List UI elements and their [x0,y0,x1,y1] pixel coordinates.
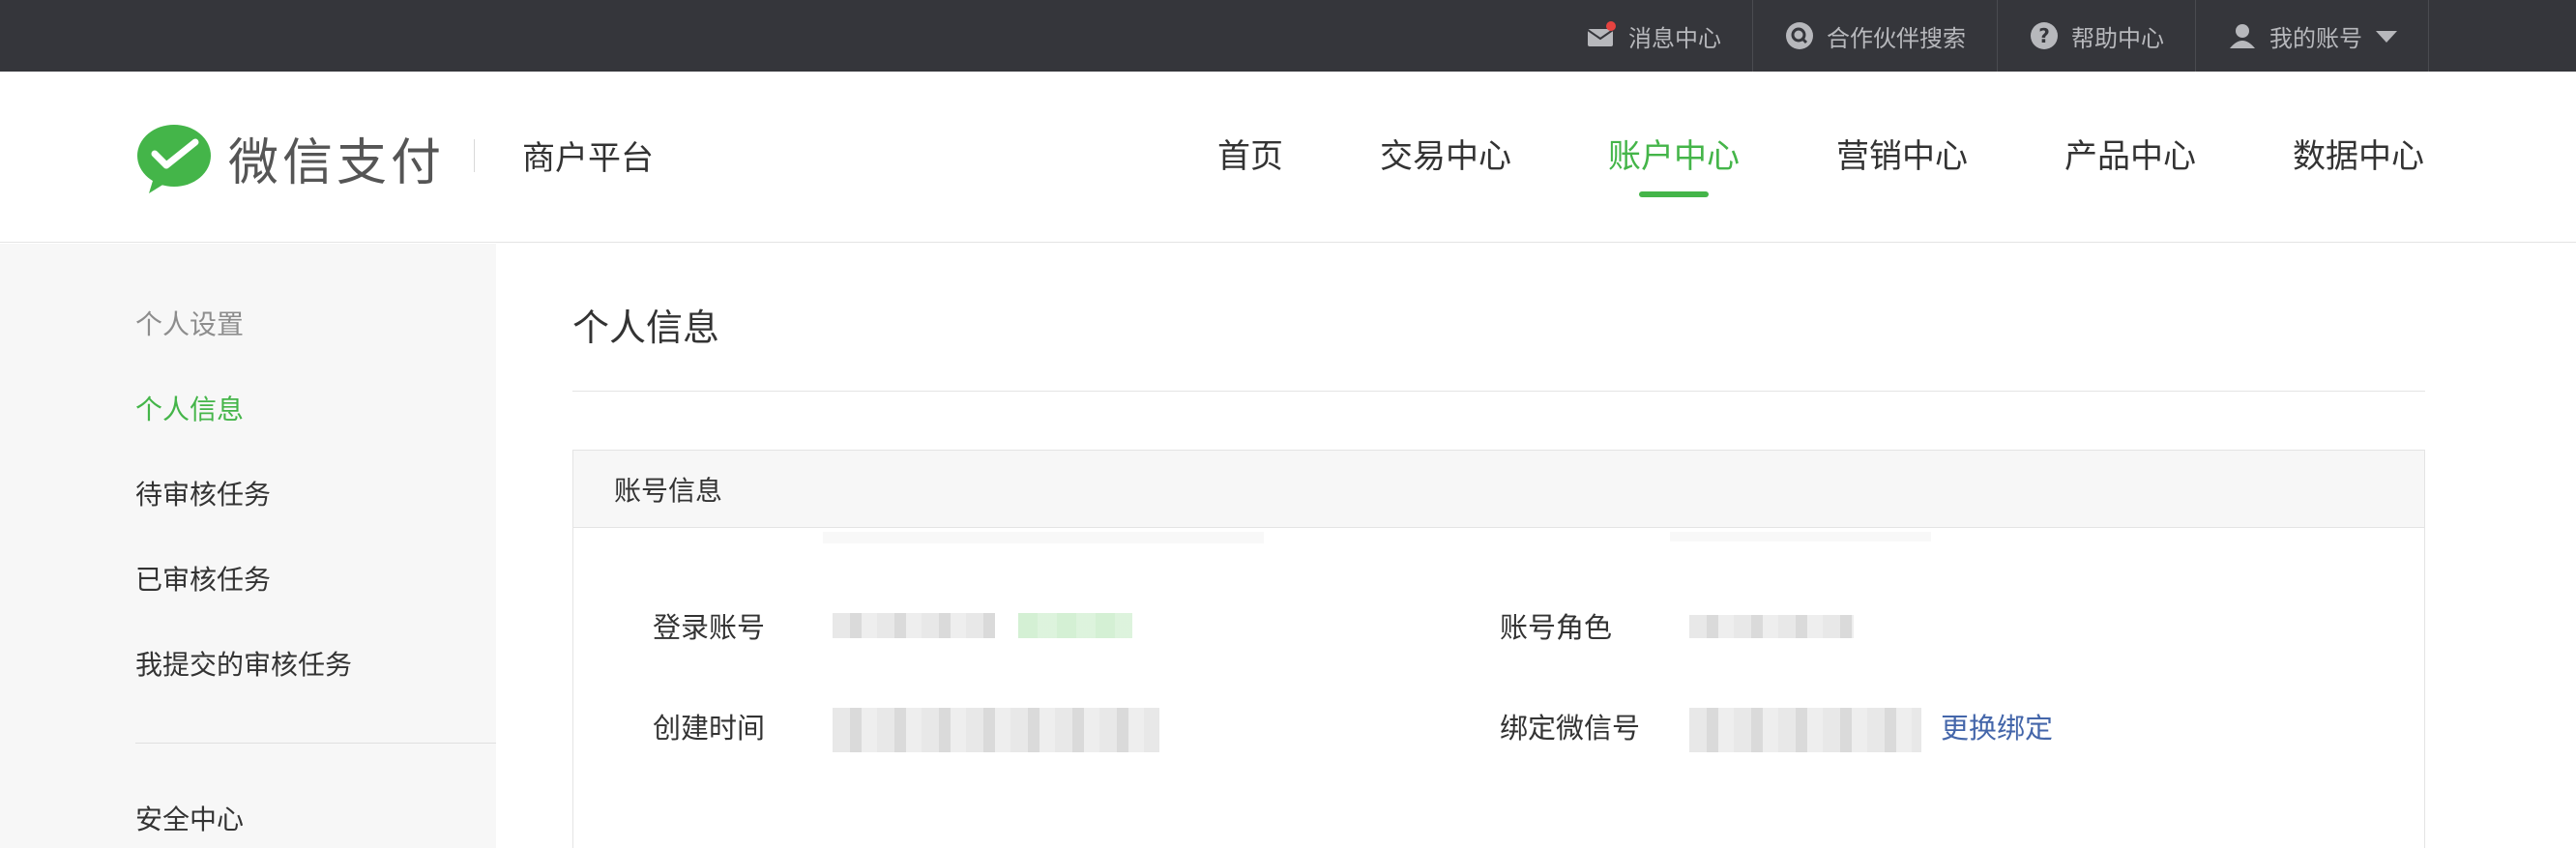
help-center-label: 帮助中心 [2071,24,2164,52]
sidebar-group-personal-settings: 个人设置 [135,308,245,340]
logo-divider [474,139,475,172]
sidebar-divider [135,743,496,744]
login-account-value-redacted [833,613,995,638]
title-divider [572,391,2425,392]
change-binding-link[interactable]: 更换绑定 [1941,706,2053,746]
nav-marketing[interactable]: 营销中心 [1836,130,1968,197]
nav-data-center[interactable]: 数据中心 [2293,130,2424,197]
created-time-label: 创建时间 [653,712,766,745]
user-icon [2227,20,2258,51]
svg-text:?: ? [2038,24,2050,47]
top-bar: 消息中心 合作伙伴搜索 ? 帮助中心 我的账号 [0,0,2576,72]
sidebar-item-my-submitted-tasks[interactable]: 我提交的审核任务 [135,644,352,683]
login-account-tag-redacted [1018,613,1132,638]
sidebar-item-reviewed-tasks[interactable]: 已审核任务 [135,559,271,598]
sidebar-item-personal-info[interactable]: 个人信息 [135,389,244,427]
search-icon [1784,20,1815,51]
partner-search-link[interactable]: 合作伙伴搜索 [1752,0,1997,72]
redacted-strip [823,532,1264,543]
logo-text: 微信支付 [228,134,446,192]
page-title: 个人信息 [572,307,720,349]
help-icon: ? [2029,20,2060,51]
mail-icon [1586,20,1617,51]
account-role-value-redacted [1689,615,1854,638]
redacted-strip [1670,532,1931,541]
account-role-label: 账号角色 [1500,611,1613,644]
login-account-label: 登录账号 [653,611,766,644]
wechat-pay-logo[interactable]: 微信支付 [135,122,445,194]
sidebar-item-pending-tasks[interactable]: 待审核任务 [135,474,271,512]
message-center-label: 消息中心 [1628,24,1721,52]
nav-products[interactable]: 产品中心 [2064,130,2196,197]
panel-title: 账号信息 [573,451,2424,528]
main-nav: 首页 交易中心 账户中心 营销中心 产品中心 数据中心 [1217,130,2424,197]
chevron-down-icon [2376,22,2397,49]
account-info-panel: 账号信息 登录账号 账号角色 创建时间 绑定微信号 更换绑定 [572,450,2425,848]
partner-search-label: 合作伙伴搜索 [1827,24,1966,52]
nav-account-center[interactable]: 账户中心 [1608,130,1740,197]
nav-home[interactable]: 首页 [1217,130,1283,197]
wechat-pay-logo-icon [137,124,211,193]
my-account-label: 我的账号 [2269,24,2362,52]
bound-wechat-value-redacted [1689,708,1921,752]
message-center-link[interactable]: 消息中心 [1555,0,1752,72]
top-bar-menu: 消息中心 合作伙伴搜索 ? 帮助中心 我的账号 [1555,0,2429,72]
sidebar: 个人设置 个人信息 待审核任务 已审核任务 我提交的审核任务 安全中心 [0,244,496,848]
nav-transactions[interactable]: 交易中心 [1380,130,1511,197]
help-center-link[interactable]: ? 帮助中心 [1997,0,2195,72]
site-header: 微信支付 商户平台 首页 交易中心 账户中心 营销中心 产品中心 数据中心 [0,72,2576,243]
my-account-menu[interactable]: 我的账号 [2195,0,2429,72]
bound-wechat-label: 绑定微信号 [1500,712,1641,745]
created-time-value-redacted [833,708,1159,752]
sidebar-item-security-center[interactable]: 安全中心 [135,799,244,837]
platform-name: 商户平台 [522,139,654,178]
